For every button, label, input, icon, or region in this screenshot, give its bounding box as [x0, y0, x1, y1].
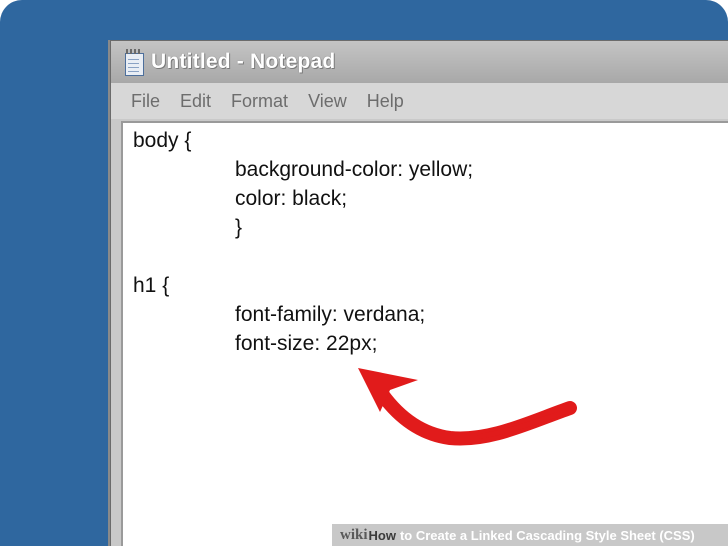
wikihow-banner: wiki How to Create a Linked Cascading St… [332, 524, 728, 546]
menu-edit[interactable]: Edit [180, 91, 211, 112]
menu-help[interactable]: Help [367, 91, 404, 112]
banner-title: to Create a Linked Cascading Style Sheet… [399, 527, 695, 543]
code-line-1: body { [133, 129, 192, 152]
window-title: Untitled - Notepad [151, 50, 336, 73]
menu-file[interactable]: File [131, 91, 160, 112]
notepad-app-icon [123, 49, 144, 76]
menu-view[interactable]: View [308, 91, 347, 112]
menu-bar: File Edit Format View Help [111, 83, 728, 119]
title-bar[interactable]: Untitled - Notepad [111, 41, 728, 83]
desktop-background: Untitled - Notepad File Edit Format View… [0, 0, 728, 546]
banner-how: How [368, 527, 396, 543]
banner-wiki: wiki [340, 526, 368, 543]
code-line-2: background-color: yellow; [235, 158, 474, 181]
code-line-4: } [235, 216, 243, 239]
notepad-window[interactable]: Untitled - Notepad File Edit Format View… [110, 40, 728, 546]
red-arrow-annotation [358, 368, 577, 446]
text-editor-area[interactable]: body { background-color: yellow; color: … [121, 121, 728, 546]
code-line-5: h1 { [133, 274, 170, 297]
code-line-3: color: black; [235, 187, 348, 210]
code-line-6: font-family: verdana; [235, 303, 426, 326]
menu-format[interactable]: Format [231, 91, 288, 112]
